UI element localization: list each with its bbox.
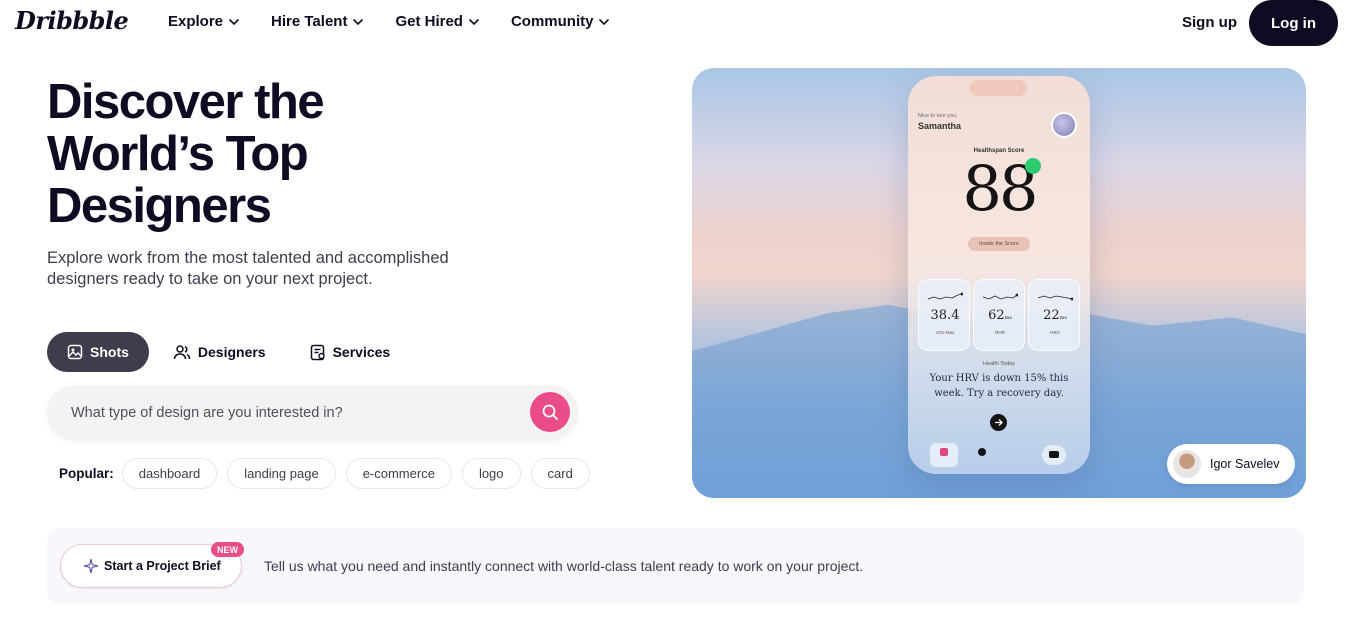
tab-designers-label: Designers xyxy=(197,344,266,360)
sign-up-link[interactable]: Sign up xyxy=(1182,14,1237,31)
trend-up-icon xyxy=(1025,158,1041,174)
arrow-right-icon xyxy=(990,414,1007,431)
search-input[interactable] xyxy=(71,385,511,440)
designer-credit-badge[interactable]: Igor Savelev xyxy=(1167,444,1295,484)
sparkline-icon xyxy=(982,293,1018,300)
tab-shots[interactable]: Shots xyxy=(47,332,149,372)
tab-services-label: Services xyxy=(332,344,391,360)
nav-explore-label: Explore xyxy=(168,13,224,30)
stat-unit: ms xyxy=(1059,315,1067,321)
score-pill: Inside the Score xyxy=(968,237,1030,251)
phone-notch xyxy=(969,80,1027,96)
sparkline-icon xyxy=(927,292,963,300)
tab-designers[interactable]: Designers xyxy=(153,332,286,372)
chevron-down-icon xyxy=(353,18,364,25)
dribbble-logo[interactable]: Dribbble xyxy=(15,6,129,35)
stat-value: 22ms xyxy=(1029,308,1081,323)
search-icon xyxy=(542,404,558,420)
start-project-brief-label: Start a Project Brief xyxy=(104,559,221,573)
nav-get-hired-label: Get Hired xyxy=(395,13,463,30)
stat-label: HRV xyxy=(1050,330,1060,335)
stat-card: 38.4 VO2 Max xyxy=(918,279,970,351)
stat-number: 22 xyxy=(1043,308,1060,323)
sparkline-icon xyxy=(1037,295,1073,301)
tag-chip[interactable]: dashboard xyxy=(121,458,218,489)
stat-value: 62ms xyxy=(974,308,1026,323)
data-icon xyxy=(978,448,986,456)
hero-subtitle: Explore work from the most talented and … xyxy=(47,249,449,288)
log-in-button[interactable]: Log in xyxy=(1249,0,1338,46)
hero-showcase-image[interactable]: Nice to see you, Samantha Healthspan Sco… xyxy=(692,68,1306,498)
avatar xyxy=(1173,450,1201,478)
nav-hire-talent-label: Hire Talent xyxy=(271,13,348,30)
stat-unit: ms xyxy=(1004,315,1012,321)
site-header: Dribbble Explore Hire Talent Get Hired C… xyxy=(0,0,1348,46)
nav-community[interactable]: Community xyxy=(511,13,610,30)
tab-shots-label: Shots xyxy=(90,344,129,360)
services-icon xyxy=(310,344,325,360)
tag-chip[interactable]: card xyxy=(530,458,590,489)
tag-chip[interactable]: e-commerce xyxy=(345,458,452,489)
score-value: 88 xyxy=(962,152,1039,225)
popular-tags: Popular: dashboard landing page e-commer… xyxy=(59,458,600,489)
designer-name: Igor Savelev xyxy=(1210,457,1280,471)
nav-explore[interactable]: Explore xyxy=(168,13,239,30)
chat-icon xyxy=(1042,445,1066,465)
search-bar xyxy=(47,385,578,440)
stat-card: 22ms HRV xyxy=(1028,279,1080,351)
chevron-down-icon xyxy=(599,18,610,25)
phone-tab-bar xyxy=(926,443,1072,469)
stat-label: VO2 Max xyxy=(935,330,955,335)
phone-mockup: Nice to see you, Samantha Healthspan Sco… xyxy=(908,76,1090,474)
hero-title: Discover the World’s Top Designers xyxy=(47,75,325,233)
nav-hire-talent[interactable]: Hire Talent xyxy=(271,13,364,30)
search-button[interactable] xyxy=(530,392,570,432)
tag-chip[interactable]: logo xyxy=(461,458,521,489)
search-type-tabs: Shots Designers Services xyxy=(47,332,414,372)
health-today-label: Health Today xyxy=(982,361,1015,367)
home-icon xyxy=(930,443,958,467)
popular-label: Popular: xyxy=(59,466,114,481)
nav-get-hired[interactable]: Get Hired xyxy=(395,13,479,30)
tag-chip[interactable]: landing page xyxy=(227,458,336,489)
health-message: Your HRV is down 15% this week. Try a re… xyxy=(929,373,1069,399)
chevron-down-icon xyxy=(229,18,239,25)
new-badge: NEW xyxy=(211,542,244,557)
stat-label: RHR xyxy=(995,330,1005,335)
stat-value: 38.4 xyxy=(930,308,960,323)
users-icon xyxy=(173,345,191,360)
avatar xyxy=(1051,112,1077,138)
tab-services[interactable]: Services xyxy=(290,332,411,372)
brief-description: Tell us what you need and instantly conn… xyxy=(264,558,864,574)
main-nav: Explore Hire Talent Get Hired Community xyxy=(168,13,641,30)
nav-community-label: Community xyxy=(510,13,594,30)
chevron-down-icon xyxy=(469,18,479,25)
project-brief-banner: Start a Project Brief NEW Tell us what y… xyxy=(47,528,1304,605)
stat-number: 62 xyxy=(988,308,1005,323)
image-icon xyxy=(67,344,83,360)
phone-greeting: Nice to see you, xyxy=(918,113,958,119)
sparkle-icon xyxy=(83,558,99,574)
stat-card: 62ms RHR xyxy=(973,279,1025,351)
phone-user-name: Samantha xyxy=(918,121,962,131)
